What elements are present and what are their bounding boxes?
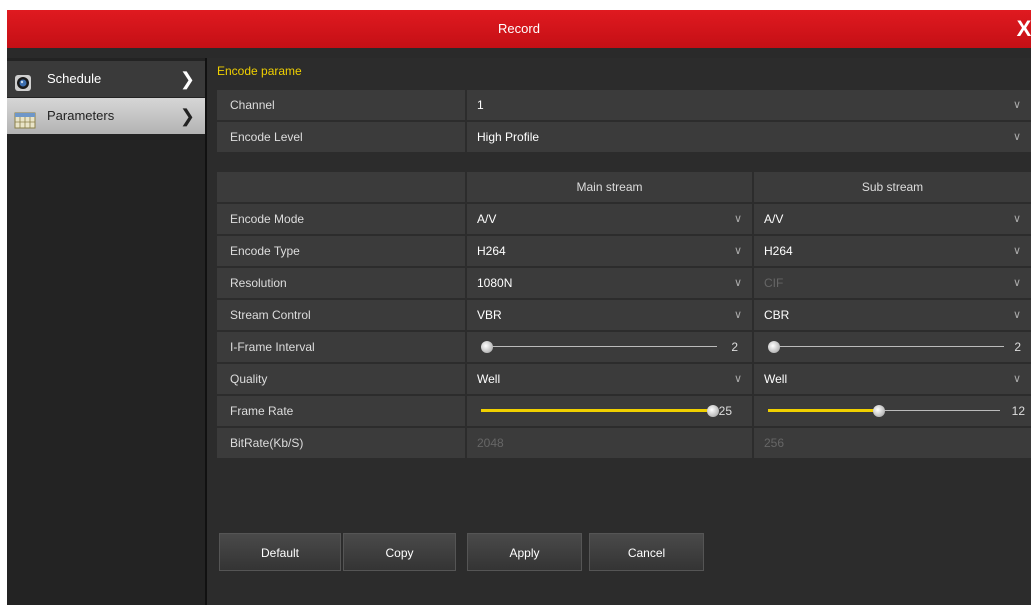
- iframe-main-value: 2: [731, 340, 738, 354]
- sidebar-item-label: Schedule: [47, 71, 102, 86]
- quality-sub-select[interactable]: Well ∨: [754, 364, 1031, 394]
- resolution-main-value: 1080N: [477, 276, 513, 290]
- quality-row: Quality Well ∨ Well ∨: [217, 364, 1031, 394]
- frame-rate-label: Frame Rate: [217, 396, 465, 426]
- sidebar-item-label: Parameters: [47, 108, 115, 123]
- chevron-right-icon: ❯: [179, 106, 195, 126]
- camera-icon: [14, 70, 32, 91]
- iframe-main-slider[interactable]: 2: [467, 332, 752, 362]
- iframe-interval-row: I-Frame Interval 2 2: [217, 332, 1031, 362]
- calendar-icon: [14, 107, 36, 129]
- encode-level-label: Encode Level: [217, 122, 465, 152]
- quality-sub-value: Well: [764, 372, 788, 386]
- chevron-down-icon: ∨: [733, 277, 742, 289]
- quality-label: Quality: [217, 364, 465, 394]
- chevron-down-icon: ∨: [1012, 309, 1021, 321]
- encode-level-select[interactable]: High Profile ∨: [467, 122, 1031, 152]
- encode-mode-row: Encode Mode A/V ∨ A/V ∨: [217, 204, 1031, 234]
- bitrate-label: BitRate(Kb/S): [217, 428, 465, 458]
- channel-row: Channel 1 ∨: [217, 90, 1031, 120]
- title-bar: Record X: [7, 10, 1031, 48]
- chevron-down-icon: ∨: [1012, 131, 1021, 143]
- window-title: Record: [498, 21, 540, 36]
- chevron-down-icon: ∨: [733, 373, 742, 385]
- chevron-down-icon: ∨: [1012, 277, 1021, 289]
- frame-rate-sub-value: 12: [1011, 404, 1025, 418]
- quality-main-value: Well: [477, 372, 501, 386]
- close-icon[interactable]: X: [1013, 10, 1031, 48]
- sidebar-item-parameters[interactable]: Parameters ❯: [7, 98, 205, 134]
- channel-label: Channel: [217, 90, 465, 120]
- slider-handle[interactable]: [707, 405, 719, 417]
- encode-mode-sub-select[interactable]: A/V ∨: [754, 204, 1031, 234]
- resolution-label: Resolution: [217, 268, 465, 298]
- bitrate-main-value: 2048: [477, 436, 504, 450]
- channel-select[interactable]: 1 ∨: [467, 90, 1031, 120]
- bitrate-row: BitRate(Kb/S) 2048 256: [217, 428, 1031, 458]
- bitrate-sub-value: 256: [764, 436, 785, 450]
- cancel-button[interactable]: Cancel: [589, 533, 704, 571]
- chevron-down-icon: ∨: [1012, 373, 1021, 385]
- chevron-down-icon: ∨: [733, 309, 742, 321]
- encode-type-label: Encode Type: [217, 236, 465, 266]
- chevron-down-icon: ∨: [1012, 99, 1021, 111]
- encode-level-value: High Profile: [477, 130, 540, 144]
- apply-button[interactable]: Apply: [467, 533, 582, 571]
- section-title: Encode parame: [217, 64, 302, 78]
- chevron-down-icon: ∨: [733, 245, 742, 257]
- frame-rate-main-value: 25: [718, 404, 732, 418]
- chevron-down-icon: ∨: [1012, 245, 1021, 257]
- main-content: Encode parame Channel 1 ∨ Encode Level H…: [207, 58, 1031, 605]
- slider-track: [481, 346, 717, 347]
- record-window: Record X Schedule ❯ Parameters ❯ Encode …: [7, 10, 1031, 605]
- stream-control-sub-select[interactable]: CBR ∨: [754, 300, 1031, 330]
- encode-level-row: Encode Level High Profile ∨: [217, 122, 1031, 152]
- encode-mode-sub-value: A/V: [764, 212, 784, 226]
- chevron-right-icon: ❯: [179, 69, 195, 89]
- iframe-interval-label: I-Frame Interval: [217, 332, 465, 362]
- chevron-down-icon: ∨: [1012, 213, 1021, 225]
- stream-control-main-value: VBR: [477, 308, 502, 322]
- encode-type-sub-select[interactable]: H264 ∨: [754, 236, 1031, 266]
- encode-type-sub-value: H264: [764, 244, 793, 258]
- chevron-down-icon: ∨: [733, 213, 742, 225]
- stream-control-label: Stream Control: [217, 300, 465, 330]
- stream-control-main-select[interactable]: VBR ∨: [467, 300, 752, 330]
- quality-main-select[interactable]: Well ∨: [467, 364, 752, 394]
- iframe-sub-value: 2: [1014, 340, 1021, 354]
- bitrate-main-field: 2048: [467, 428, 752, 458]
- encode-mode-label: Encode Mode: [217, 204, 465, 234]
- resolution-sub-value: CIF: [764, 276, 784, 290]
- encode-type-main-value: H264: [477, 244, 506, 258]
- slider-handle[interactable]: [873, 405, 885, 417]
- table-corner: [217, 172, 465, 202]
- slider-handle[interactable]: [768, 341, 780, 353]
- encode-type-main-select[interactable]: H264 ∨: [467, 236, 752, 266]
- channel-value: 1: [477, 98, 484, 112]
- resolution-main-select[interactable]: 1080N ∨: [467, 268, 752, 298]
- frame-rate-sub-slider[interactable]: 12: [754, 396, 1031, 426]
- copy-button[interactable]: Copy: [343, 533, 456, 571]
- stream-control-row: Stream Control VBR ∨ CBR ∨: [217, 300, 1031, 330]
- main-stream-header: Main stream: [467, 172, 752, 202]
- slider-handle[interactable]: [481, 341, 493, 353]
- default-button[interactable]: Default: [219, 533, 341, 571]
- frame-rate-main-slider[interactable]: 25: [467, 396, 752, 426]
- resolution-sub-select: CIF ∨: [754, 268, 1031, 298]
- resolution-row: Resolution 1080N ∨ CIF ∨: [217, 268, 1031, 298]
- encode-type-row: Encode Type H264 ∨ H264 ∨: [217, 236, 1031, 266]
- slider-track: [768, 346, 1004, 347]
- encode-mode-main-value: A/V: [477, 212, 497, 226]
- bitrate-sub-field: 256: [754, 428, 1031, 458]
- sidebar-item-schedule[interactable]: Schedule ❯: [7, 61, 205, 97]
- table-header-row: Main stream Sub stream: [217, 172, 1031, 202]
- slider-fill: [481, 409, 713, 412]
- stream-control-sub-value: CBR: [764, 308, 790, 322]
- encode-mode-main-select[interactable]: A/V ∨: [467, 204, 752, 234]
- iframe-sub-slider[interactable]: 2: [754, 332, 1031, 362]
- frame-rate-row: Frame Rate 25 12: [217, 396, 1031, 426]
- sidebar: Schedule ❯ Parameters ❯: [7, 58, 205, 605]
- sub-stream-header: Sub stream: [754, 172, 1031, 202]
- slider-fill: [768, 409, 879, 412]
